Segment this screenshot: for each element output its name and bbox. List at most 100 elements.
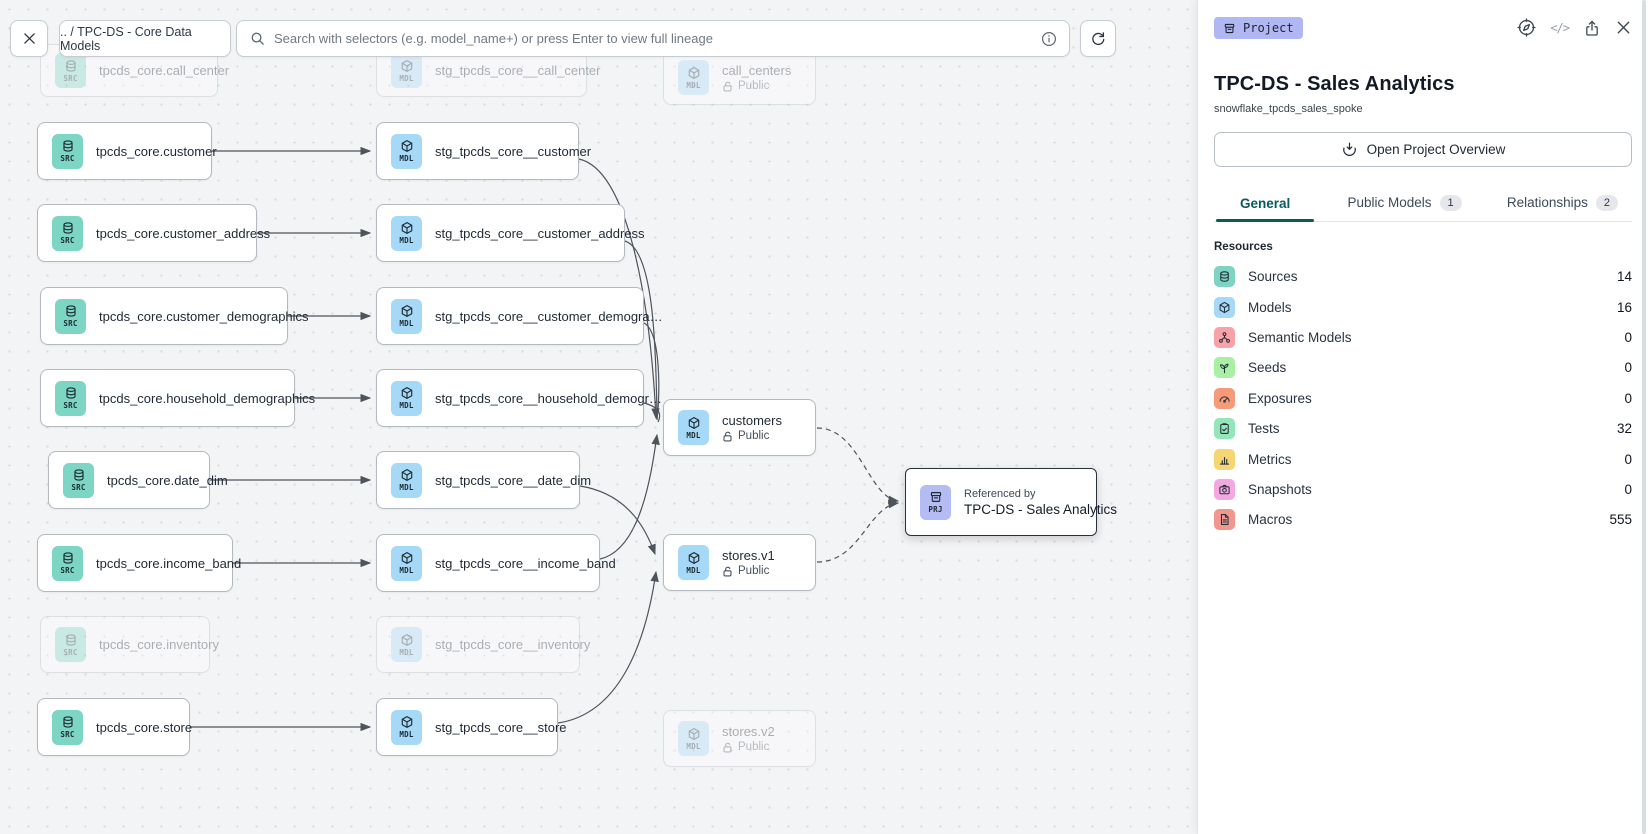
model-icon: MDL [678,545,709,580]
node-visibility: Public [722,741,775,753]
model-icon: MDL [678,721,709,756]
lineage-node-source[interactable]: SRC tpcds_core.customer_demographics [40,287,288,345]
node-label: stg_tpcds_core__customer_demogra… [435,309,663,324]
source-icon: SRC [63,463,94,498]
close-panel-icon[interactable] [1615,19,1632,36]
node-label: stores.v1 [722,548,775,563]
camera-icon [1214,479,1235,500]
resource-count: 0 [1624,482,1632,497]
lineage-node-model[interactable]: MDL stg_tpcds_core__date_dim [376,451,580,509]
node-label: stg_tpcds_core__call_center [435,63,601,78]
bar-chart-icon [1214,449,1235,470]
referenced-by-label: Referenced by [964,488,1117,500]
node-label: tpcds_core.household_demographics [99,391,315,406]
lineage-node-public-model[interactable]: MDL stores.v2 Public [663,710,816,767]
model-icon: MDL [678,410,709,445]
lineage-node-source[interactable]: SRC tpcds_core.inventory [40,616,210,673]
model-icon: MDL [391,216,422,251]
node-label: tpcds_core.store [96,720,192,735]
source-icon: SRC [55,299,86,334]
resource-count: 0 [1624,330,1632,345]
resource-count: 16 [1617,300,1632,315]
lineage-node-source[interactable]: SRC tpcds_core.customer [37,122,212,180]
model-icon: MDL [391,299,422,334]
node-label: tpcds_core.inventory [99,637,219,652]
close-icon [22,31,37,46]
lineage-node-public-model[interactable]: MDL customers Public [663,399,816,456]
resource-type-badge: Project [1214,17,1303,39]
node-label: tpcds_core.income_band [96,556,241,571]
graph-icon [1214,327,1235,348]
search-bar [236,20,1070,57]
open-project-overview-button[interactable]: Open Project Overview [1214,132,1632,167]
breadcrumb[interactable]: .. / TPC-DS - Core Data Models [59,20,231,57]
node-label: stg_tpcds_core__income_band [435,556,616,571]
node-label: tpcds_core.call_center [99,63,229,78]
tab-relationships[interactable]: Relationships 2 [1495,195,1630,221]
node-label: TPC-DS - Sales Analytics [964,502,1117,517]
lineage-node-public-model[interactable]: MDL call_centers Public [663,50,816,105]
lineage-node-model[interactable]: MDL stg_tpcds_core__inventory [376,616,580,673]
lineage-node-model[interactable]: MDL stg_tpcds_core__customer_demogra… [376,287,644,345]
panel-title: TPC-DS - Sales Analytics [1214,73,1632,96]
node-label: stores.v2 [722,724,775,739]
clipboard-check-icon [1214,418,1235,439]
resource-row: Sources 14 [1214,262,1632,292]
lineage-app: SRC tpcds_core.call_center SRC tpcds_cor… [0,0,1648,834]
refresh-icon [1090,31,1106,47]
resources-heading: Resources [1214,241,1632,253]
code-icon[interactable]: </> [1550,21,1569,35]
lineage-node-public-model[interactable]: MDL stores.v1 Public [663,534,816,591]
lineage-node-source[interactable]: SRC tpcds_core.store [37,698,190,756]
lineage-node-source[interactable]: SRC tpcds_core.date_dim [48,451,210,509]
lineage-canvas[interactable]: SRC tpcds_core.call_center SRC tpcds_cor… [0,0,1197,834]
panel-scrollbar[interactable] [1642,0,1646,834]
model-icon: MDL [391,381,422,416]
source-icon: SRC [52,216,83,251]
lineage-node-model[interactable]: MDL stg_tpcds_core__household_demogr… [376,369,644,427]
document-icon [1214,509,1235,530]
lineage-node-model[interactable]: MDL stg_tpcds_core__customer_address [376,204,625,262]
resource-count: 14 [1617,269,1632,284]
info-icon[interactable] [1041,31,1057,47]
explore-icon[interactable] [1517,18,1536,37]
lineage-node-model[interactable]: MDL stg_tpcds_core__customer [376,122,579,180]
close-lineage-button[interactable] [10,20,48,57]
node-visibility: Public [722,80,791,92]
resource-count: 0 [1624,360,1632,375]
resource-row: Metrics 0 [1214,444,1632,474]
source-icon: SRC [55,53,86,88]
node-label: stg_tpcds_core__customer [435,144,591,159]
model-icon: MDL [391,53,422,88]
node-label: tpcds_core.customer [96,144,217,159]
tab-public-models[interactable]: Public Models 1 [1335,195,1473,221]
search-input[interactable] [274,31,1032,46]
lineage-node-model[interactable]: MDL stg_tpcds_core__income_band [376,534,600,592]
tab-general[interactable]: General [1216,196,1314,221]
refresh-lineage-button[interactable] [1080,20,1116,57]
lock-open-icon [722,742,733,753]
share-icon[interactable] [1583,19,1601,37]
resource-row: Macros 555 [1214,505,1632,535]
node-label: call_centers [722,63,791,78]
node-label: stg_tpcds_core__store [435,720,567,735]
node-label: stg_tpcds_core__inventory [435,637,590,652]
model-icon: MDL [391,463,422,498]
lock-open-icon [722,566,733,577]
lineage-node-source[interactable]: SRC tpcds_core.household_demographics [40,369,295,427]
node-visibility: Public [722,430,782,442]
lineage-node-source[interactable]: SRC tpcds_core.customer_address [37,204,257,262]
lineage-node-source[interactable]: SRC tpcds_core.income_band [37,534,233,592]
source-icon: SRC [52,546,83,581]
lineage-node-project[interactable]: PRJ Referenced by TPC-DS - Sales Analyti… [905,468,1097,536]
resource-count: 0 [1624,452,1632,467]
node-label: customers [722,413,782,428]
panel-tabs: General Public Models 1 Relationships 2 [1214,191,1632,222]
lineage-node-model[interactable]: MDL stg_tpcds_core__store [376,698,558,756]
tab-count-badge: 2 [1596,195,1618,211]
resource-row: Models 16 [1214,292,1632,322]
resource-row: Semantic Models 0 [1214,322,1632,352]
node-label: tpcds_core.customer_address [96,226,270,241]
resources-list: Sources 14 Models 16 Semantic Models 0 [1214,262,1632,536]
node-visibility: Public [722,565,775,577]
